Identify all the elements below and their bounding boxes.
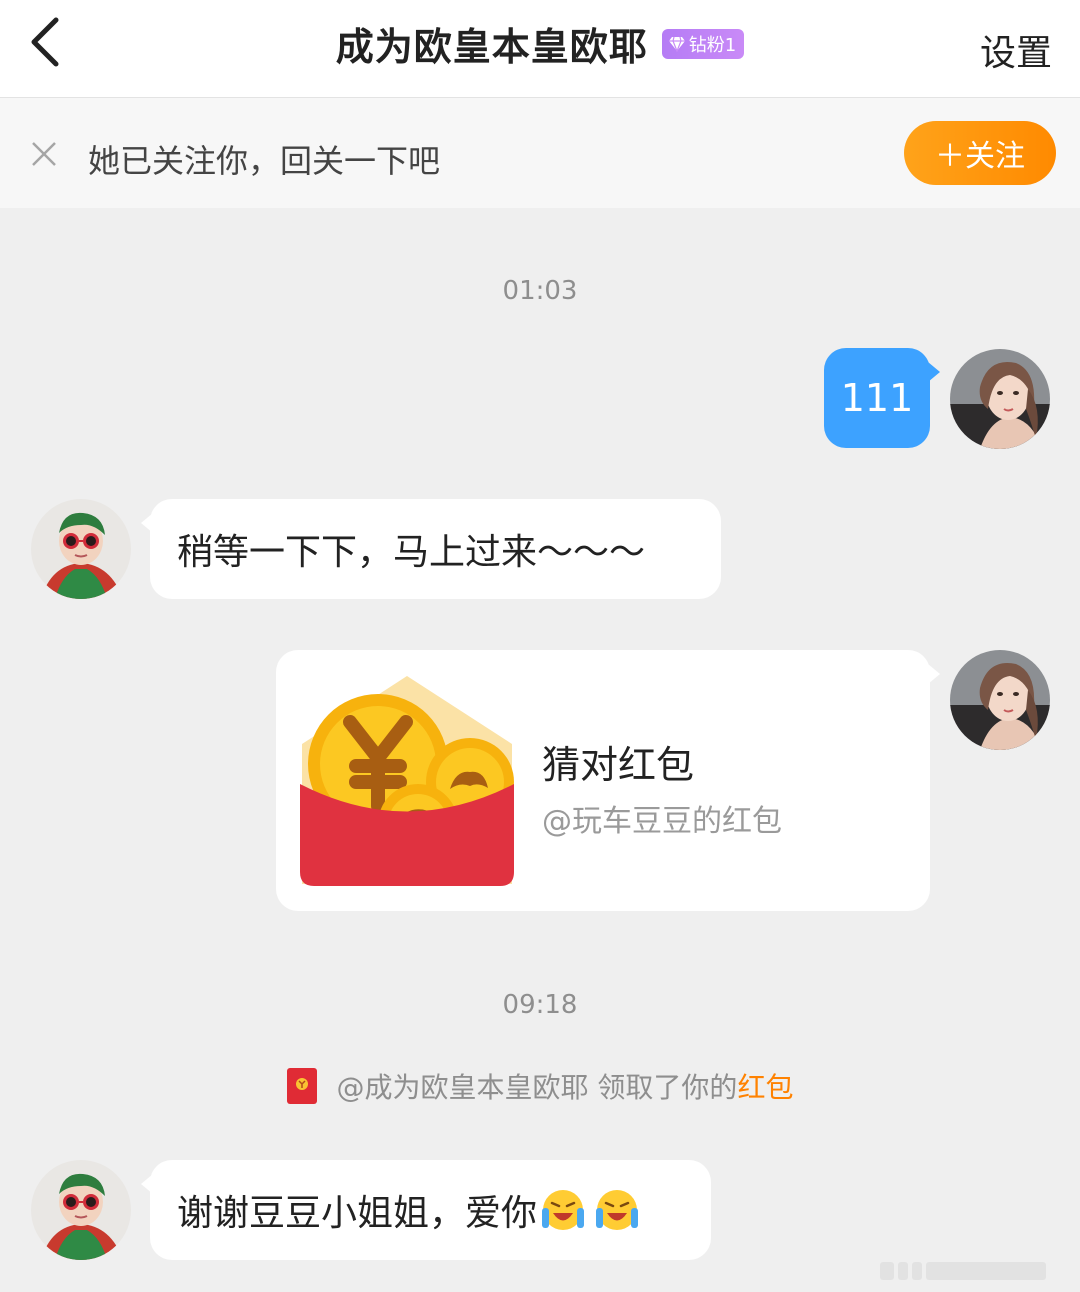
my-message-bubble[interactable]: 111	[824, 348, 940, 448]
red-packet-link[interactable]: 红包	[737, 1071, 793, 1104]
chat-title: 成为欧皇本皇欧耶	[335, 24, 648, 69]
timestamp: 01:03	[502, 276, 578, 306]
message-text: 稍等一下下，马上过来～～～	[177, 532, 646, 573]
bubble-tail	[141, 1174, 153, 1194]
crying-laugh-emoji-icon	[542, 1190, 585, 1230]
timestamp: 09:18	[502, 990, 578, 1020]
message-text: 111	[840, 376, 914, 420]
red-packet-small-icon	[286, 1068, 317, 1104]
notice-text: @成为欧皇本皇欧耶 领取了你的	[336, 1071, 738, 1104]
bubble-tail	[928, 362, 940, 382]
red-packet-claimed-notice: @成为欧皇本皇欧耶 领取了你的红包	[0, 1066, 1080, 1106]
my-avatar[interactable]	[950, 650, 1050, 750]
title-group: 成为欧皇本皇欧耶 钻粉1	[0, 18, 1080, 69]
follow-suggestion-text: 她已关注你，回关一下吧	[88, 142, 441, 180]
message-text: 谢谢豆豆小姐姐，爱你	[177, 1193, 538, 1234]
settings-button[interactable]: 设置	[980, 24, 1052, 76]
red-envelope-icon	[300, 676, 514, 886]
watermark-bars	[880, 1262, 1070, 1280]
red-packet-card[interactable]: 猜对红包 @玩车豆豆的红包	[276, 650, 940, 911]
bubble-tail	[141, 513, 153, 533]
red-packet-title: 猜对红包	[542, 743, 695, 787]
crying-laugh-emoji-icon	[596, 1190, 639, 1230]
follow-button[interactable]: ＋关注	[904, 121, 1056, 185]
fan-level-badge: 钻粉1	[661, 29, 745, 59]
close-icon[interactable]	[30, 140, 58, 168]
contact-avatar[interactable]	[31, 499, 131, 599]
bubble-tail	[928, 664, 940, 684]
my-avatar[interactable]	[950, 349, 1050, 449]
nav-header: 成为欧皇本皇欧耶 钻粉1 设置	[0, 0, 1080, 98]
contact-message-bubble[interactable]: 稍等一下下，马上过来～～～	[141, 499, 721, 599]
fan-badge-label: 钻粉1	[688, 35, 737, 56]
red-packet-subtitle: @玩车豆豆的红包	[542, 804, 782, 839]
contact-message-bubble[interactable]: 谢谢豆豆小姐姐，爱你	[141, 1160, 711, 1260]
contact-avatar[interactable]	[31, 1160, 131, 1260]
diamond-icon	[668, 36, 685, 52]
